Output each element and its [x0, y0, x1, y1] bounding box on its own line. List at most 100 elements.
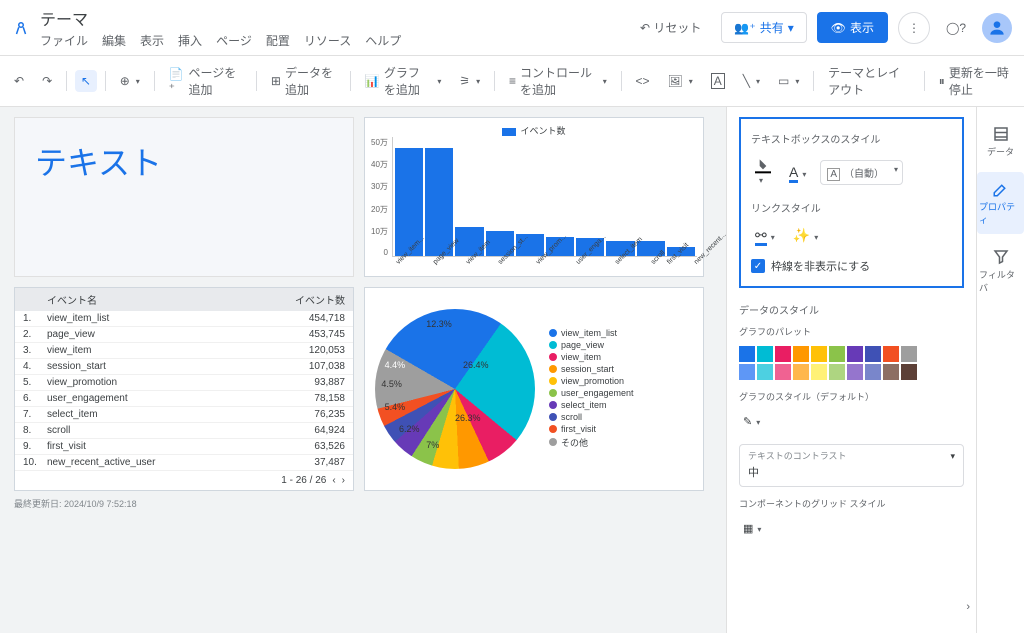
- bar-chart-component[interactable]: イベント数 50万40万30万20万10万0 view_item...page_…: [364, 117, 704, 277]
- palette-swatch[interactable]: [739, 346, 755, 362]
- add-chart-button[interactable]: 📊 グラフを追加: [359, 60, 448, 102]
- legend-item: page_view: [549, 340, 634, 350]
- palette-swatch[interactable]: [847, 364, 863, 380]
- palette-swatch[interactable]: [901, 364, 917, 380]
- legend-item: first_visit: [549, 424, 634, 434]
- legend-item: view_promotion: [549, 376, 634, 386]
- pie-legend: view_item_listpage_viewview_itemsession_…: [549, 328, 634, 451]
- table-row[interactable]: 7.select_item76,235: [15, 407, 353, 423]
- bar-legend: イベント数: [371, 124, 697, 137]
- menu-resource[interactable]: リソース: [304, 32, 351, 49]
- menu-insert[interactable]: 挿入: [178, 32, 202, 49]
- color-palette[interactable]: [739, 346, 964, 380]
- expand-panel-icon[interactable]: ›: [966, 601, 970, 613]
- palette-swatch[interactable]: [793, 364, 809, 380]
- table-row[interactable]: 6.user_engagement78,158: [15, 391, 353, 407]
- palette-swatch[interactable]: [829, 346, 845, 362]
- table-next[interactable]: ›: [342, 475, 345, 486]
- last-updated-text: 最終更新日: 2024/10/9 7:52:18: [14, 497, 712, 510]
- palette-swatch[interactable]: [865, 364, 881, 380]
- user-avatar[interactable]: [982, 13, 1012, 43]
- community-viz-button[interactable]: ⚞: [453, 70, 486, 92]
- text-component[interactable]: テキスト: [14, 117, 354, 277]
- legend-item: view_item_list: [549, 328, 634, 338]
- link-hover-button[interactable]: ✨: [789, 223, 822, 248]
- view-button[interactable]: 👁表示: [817, 12, 888, 43]
- table-row[interactable]: 5.view_promotion93,887: [15, 375, 353, 391]
- palette-swatch[interactable]: [811, 346, 827, 362]
- palette-swatch[interactable]: [757, 364, 773, 380]
- table-row[interactable]: 9.first_visit63,526: [15, 439, 353, 455]
- select-tool[interactable]: ↖: [75, 70, 97, 92]
- text-button[interactable]: A: [705, 69, 731, 93]
- document-title[interactable]: テーマ: [40, 6, 630, 30]
- table-pager: 1 - 26 / 26: [281, 475, 326, 486]
- theme-layout-button[interactable]: テーマとレイアウト: [822, 60, 916, 102]
- properties-panel: テキストボックスのスタイル A A（自動） リンクスタイル ⚯ ✨ ✓ 枠線を非…: [726, 107, 976, 633]
- menu-bar: ファイル 編集 表示 挿入 ページ 配置 リソース ヘルプ: [40, 32, 630, 49]
- line-button[interactable]: ╲: [737, 70, 766, 92]
- image-button[interactable]: 🖼: [662, 70, 699, 92]
- table-row[interactable]: 10.new_recent_active_user37,487: [15, 455, 353, 471]
- table-row[interactable]: 2.page_view453,745: [15, 327, 353, 343]
- menu-page[interactable]: ページ: [216, 32, 252, 49]
- menu-edit[interactable]: 編集: [102, 32, 126, 49]
- add-control-button[interactable]: ≡ コントロールを追加: [503, 60, 613, 102]
- palette-swatch[interactable]: [757, 346, 773, 362]
- redo-button[interactable]: ↷: [36, 70, 58, 92]
- palette-swatch[interactable]: [883, 364, 899, 380]
- bar: [425, 148, 453, 256]
- font-selector[interactable]: A（自動）: [820, 160, 903, 185]
- table-col-event: イベント名: [47, 292, 285, 307]
- palette-swatch[interactable]: [739, 364, 755, 380]
- add-data-button[interactable]: ⊞ データを追加: [265, 60, 342, 102]
- legend-item: その他: [549, 436, 634, 449]
- hide-border-checkbox[interactable]: ✓: [751, 259, 765, 273]
- pencil-icon: [992, 180, 1010, 198]
- share-button[interactable]: 👥⁺共有 ▾: [721, 12, 806, 43]
- palette-swatch[interactable]: [901, 346, 917, 362]
- pie-chart-component[interactable]: 26.4% 26.3% 7% 6.2% 5.4% 4.5% 4.4% 12.3%…: [364, 287, 704, 491]
- zoom-dropdown[interactable]: ⊕: [114, 70, 146, 92]
- more-options-button[interactable]: ⋮: [898, 12, 930, 44]
- fill-color-button[interactable]: [751, 154, 775, 190]
- embed-button[interactable]: <>: [630, 70, 656, 92]
- tab-filter[interactable]: フィルタバ: [977, 240, 1024, 302]
- table-row[interactable]: 1.view_item_list454,718: [15, 311, 353, 327]
- menu-view[interactable]: 表示: [140, 32, 164, 49]
- palette-swatch[interactable]: [865, 346, 881, 362]
- add-page-button[interactable]: 📄⁺ ページを追加: [163, 60, 249, 102]
- legend-item: scroll: [549, 412, 634, 422]
- tab-data[interactable]: データ: [977, 117, 1024, 166]
- grid-style-button[interactable]: ▦: [739, 518, 964, 539]
- table-prev[interactable]: ‹: [332, 475, 335, 486]
- table-component[interactable]: イベント名 イベント数 1.view_item_list454,7182.pag…: [14, 287, 354, 491]
- undo-button[interactable]: ↶: [8, 70, 30, 92]
- tab-properties[interactable]: プロパティ: [977, 172, 1024, 234]
- link-style-label: リンクスタイル: [751, 200, 952, 215]
- link-color-button[interactable]: ⚯: [751, 223, 779, 248]
- menu-help[interactable]: ヘルプ: [365, 32, 401, 49]
- menu-file[interactable]: ファイル: [40, 32, 88, 49]
- text-color-button[interactable]: A: [785, 160, 810, 184]
- table-row[interactable]: 4.session_start107,038: [15, 359, 353, 375]
- reset-button[interactable]: ↶ リセット: [630, 13, 711, 42]
- shape-button[interactable]: ▭: [772, 70, 805, 92]
- palette-swatch[interactable]: [847, 346, 863, 362]
- palette-swatch[interactable]: [775, 346, 791, 362]
- table-row[interactable]: 3.view_item120,053: [15, 343, 353, 359]
- palette-swatch[interactable]: [811, 364, 827, 380]
- palette-swatch[interactable]: [829, 364, 845, 380]
- help-icon[interactable]: ◯?: [940, 12, 972, 44]
- menu-arrange[interactable]: 配置: [266, 32, 290, 49]
- palette-swatch[interactable]: [883, 346, 899, 362]
- app-logo-icon: [12, 19, 30, 37]
- palette-swatch[interactable]: [793, 346, 809, 362]
- grid-style-label: コンポーネントのグリッド スタイル: [739, 497, 964, 510]
- report-canvas[interactable]: テキスト イベント数 50万40万30万20万10万0 view_item...…: [0, 107, 726, 633]
- pause-updates-button[interactable]: ⏸ 更新を一時停止: [933, 60, 1016, 102]
- table-row[interactable]: 8.scroll64,924: [15, 423, 353, 439]
- chart-style-button[interactable]: ✎: [739, 411, 964, 432]
- text-contrast-select[interactable]: テキストのコントラスト 中: [739, 444, 964, 487]
- palette-swatch[interactable]: [775, 364, 791, 380]
